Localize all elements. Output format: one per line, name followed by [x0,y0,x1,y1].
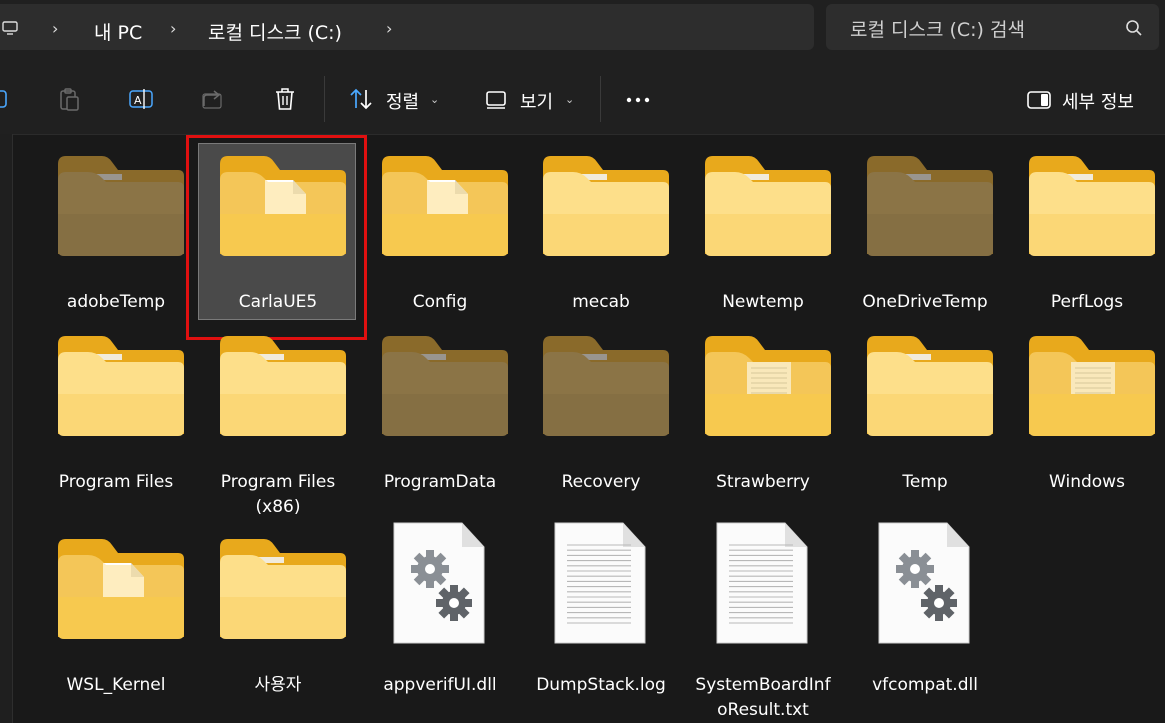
copy-icon[interactable] [0,86,12,112]
chevron-right-icon[interactable]: › [52,19,58,38]
chevron-right-icon[interactable]: › [170,19,176,38]
file-item[interactable]: appverifUI.dll [360,521,520,701]
breadcrumb-local-disk[interactable]: 로컬 디스크 (C:) [208,18,342,45]
view-icon[interactable] [484,86,510,112]
search-box[interactable]: 로컬 디스크 (C:) 검색 [826,4,1159,50]
item-name: DumpStack.log [536,675,666,695]
folder-icon [543,334,669,444]
details-button[interactable]: 세부 정보 [1062,88,1134,114]
sort-icon[interactable] [348,86,374,112]
address-bar[interactable]: › 내 PC › 로컬 디스크 (C:) › [0,4,814,50]
toolbar-separator [324,76,325,122]
folder-item[interactable]: Windows [1007,320,1165,498]
item-name: vfcompat.dll [872,675,978,695]
more-icon[interactable] [625,86,651,112]
folder-item[interactable]: mecab [521,140,681,318]
folder-item[interactable]: Program Files (x86) [198,320,358,517]
folder-icon [705,334,831,444]
item-name: PerfLogs [1050,292,1124,312]
folder-icon [58,154,184,264]
item-name: ProgramData [383,472,497,492]
item-name: Newtemp [722,292,804,312]
item-name: 사용자 [254,675,302,695]
folder-icon [220,334,346,444]
command-bar: A 정렬 ⌄ 보기 ⌄ 세부 정보 [0,60,1165,135]
item-name: SystemBoardInfoResult.txt [695,675,831,720]
folder-icon [58,537,184,647]
folder-item[interactable]: WSL_Kernel [36,523,196,701]
details-pane-icon[interactable] [1026,86,1052,112]
item-name: Program Files (x86) [220,472,336,517]
folder-item[interactable]: ProgramData [360,320,520,498]
folder-icon [220,154,346,264]
folder-item[interactable]: Program Files [36,320,196,498]
sort-button[interactable]: 정렬 [386,88,419,114]
chevron-down-icon[interactable]: ⌄ [430,93,439,106]
item-name: Program Files [58,472,174,492]
folder-item[interactable]: Strawberry [683,320,843,498]
item-name: Temp [902,472,948,492]
folder-item[interactable]: CarlaUE5 [198,140,358,318]
item-name: mecab [572,292,630,312]
text-file-icon [715,521,841,644]
folder-item[interactable]: Recovery [521,320,681,498]
folder-item[interactable]: OneDriveTemp [845,140,1005,318]
chevron-down-icon[interactable]: ⌄ [565,93,574,106]
folder-icon [220,537,346,647]
folder-item[interactable]: adobeTemp [36,140,196,318]
search-input[interactable]: 로컬 디스크 (C:) 검색 [850,15,1025,42]
folder-icon [705,154,831,264]
folder-item[interactable]: Newtemp [683,140,843,318]
item-name: appverifUI.dll [383,675,497,695]
text-file-icon [553,521,679,644]
folder-item[interactable]: 사용자 [198,523,358,701]
item-name: Windows [1049,472,1125,492]
paste-icon[interactable] [56,86,82,112]
navigation-pane-edge [0,134,13,723]
folder-item[interactable]: PerfLogs [1007,140,1165,318]
item-name: OneDriveTemp [862,292,988,312]
folder-icon [867,154,993,264]
item-name: Strawberry [716,472,810,492]
folder-icon [382,154,508,264]
computer-icon [2,21,18,35]
file-item[interactable]: SystemBoardInfoResult.txt [683,521,843,720]
share-icon[interactable] [200,86,226,112]
item-name: Recovery [561,472,641,492]
toolbar-separator [600,76,601,122]
breadcrumb-this-pc[interactable]: 내 PC [94,18,142,45]
folder-icon [1029,154,1155,264]
rename-icon[interactable]: A [128,86,154,112]
file-item[interactable]: vfcompat.dll [845,521,1005,701]
view-button[interactable]: 보기 [520,88,553,114]
item-name: CarlaUE5 [238,292,318,312]
delete-icon[interactable] [272,86,298,112]
svg-text:A: A [134,94,142,107]
item-name: WSL_Kernel [66,675,166,695]
file-item[interactable]: DumpStack.log [521,521,681,701]
address-row: › 내 PC › 로컬 디스크 (C:) › 로컬 디스크 (C:) 검색 [0,0,1165,60]
dll-file-icon [392,521,518,644]
folder-icon [1029,334,1155,444]
search-icon[interactable] [1125,19,1143,37]
folder-item[interactable]: Temp [845,320,1005,498]
item-name: adobeTemp [66,292,166,312]
folder-icon [58,334,184,444]
chevron-right-icon[interactable]: › [386,19,392,38]
folder-icon [382,334,508,444]
folder-item[interactable]: Config [360,140,520,318]
item-name: Config [412,292,468,312]
dll-file-icon [877,521,1003,644]
folder-icon [543,154,669,264]
folder-icon [867,334,993,444]
